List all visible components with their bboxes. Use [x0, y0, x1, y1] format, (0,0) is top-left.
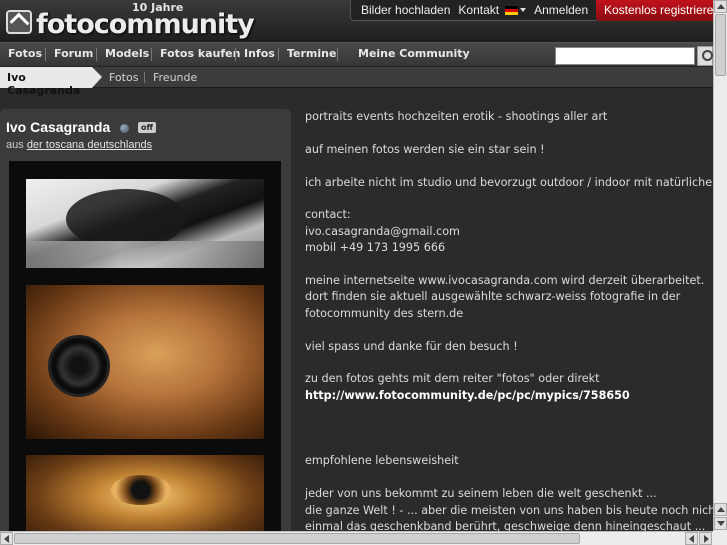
scroll-left-button[interactable]: [0, 532, 13, 545]
profile-description: portraits events hochzeiten erotik - sho…: [305, 109, 727, 535]
online-status-icon: [120, 124, 129, 133]
camera-lens-image: [48, 335, 110, 397]
text-line: portraits events hochzeiten erotik - sho…: [305, 110, 608, 123]
scroll-right-button[interactable]: [699, 532, 712, 545]
horizontal-scroll-thumb[interactable]: [14, 533, 580, 544]
text-line: empfohlene lebensweisheit: [305, 454, 459, 468]
nav-separator: [337, 48, 338, 61]
text-line: meine internetseite www.ivocasagranda.co…: [305, 274, 705, 287]
arrow-right-icon: [704, 535, 709, 543]
text-line: fotocommunity des stern.de: [305, 306, 464, 320]
nav-termine[interactable]: Termine: [287, 47, 336, 60]
nav-models[interactable]: Models: [105, 47, 149, 60]
tab-separator: [144, 72, 145, 83]
arrow-left-icon: [689, 535, 694, 543]
text-line: auf meinen fotos werden sie ein star sei…: [305, 142, 545, 156]
logo-anniversary-text: 10 Jahre: [132, 1, 184, 14]
sub-nav: Ivo Casagranda Fotos Freunde: [0, 67, 713, 97]
fotocommunity-logo[interactable]: fotocommunity 10 Jahre: [4, 1, 255, 40]
vertical-scroll-thumb[interactable]: [715, 14, 726, 76]
tab-fotos[interactable]: Fotos: [109, 71, 138, 84]
scroll-up-button[interactable]: [714, 503, 727, 516]
upload-images-link[interactable]: Bilder hochladen: [361, 3, 450, 17]
german-flag-icon[interactable]: [505, 5, 519, 15]
tab-freunde[interactable]: Freunde: [153, 71, 197, 84]
location-link[interactable]: der toscana deutschlands: [27, 139, 152, 151]
profile-card: Ivo Casagranda off aus der toscana deuts…: [0, 109, 291, 545]
scrollbar-corner: [713, 531, 727, 545]
text-line: zu den fotos gehts mit dem reiter "fotos…: [305, 372, 600, 386]
login-link[interactable]: Anmelden: [534, 3, 588, 17]
profile-name[interactable]: Ivo Casagranda: [6, 119, 110, 135]
vertical-scrollbar[interactable]: [713, 0, 727, 531]
arrow-down-icon: [717, 521, 725, 526]
text-line: die ganze Welt ! - ... aber die meisten …: [305, 503, 720, 517]
top-links: Bilder hochladen Kontakt Anmelden: [350, 0, 600, 21]
nav-separator: [96, 48, 97, 61]
search-input[interactable]: [555, 47, 695, 65]
profile-location: aus der toscana deutschlands: [6, 139, 152, 151]
text-line: ivo.casagranda@gmail.com: [305, 224, 460, 238]
chevron-down-icon[interactable]: [520, 8, 527, 12]
main-nav: Fotos Forum Models Fotos kaufen Infos Te…: [0, 42, 713, 67]
arrow-left-icon: [4, 535, 9, 543]
arrow-up-icon: [717, 507, 725, 512]
profile-photo[interactable]: [26, 179, 264, 268]
text-line: ich arbeite nicht im studio und bevorzug…: [305, 175, 727, 189]
nav-fotos-kaufen[interactable]: Fotos kaufen: [160, 47, 240, 60]
scroll-down-button[interactable]: [714, 517, 727, 530]
nav-separator: [278, 48, 279, 61]
breadcrumb-current[interactable]: Ivo Casagranda: [0, 67, 102, 97]
nav-separator: [45, 48, 46, 61]
scroll-up-button[interactable]: [714, 0, 727, 13]
profile-photo[interactable]: [26, 285, 264, 439]
text-line: mobil +49 173 1995 666: [305, 241, 446, 255]
scroll-left-button[interactable]: [685, 532, 698, 545]
register-button[interactable]: Kostenlos registrieren: [596, 0, 721, 21]
text-line: viel spass und danke für den besuch !: [305, 339, 518, 353]
nav-meine-community[interactable]: Meine Community: [358, 47, 470, 60]
nav-infos[interactable]: Infos: [244, 47, 275, 60]
contact-link[interactable]: Kontakt: [458, 3, 499, 17]
nav-separator: [235, 48, 236, 61]
location-prefix: aus: [6, 139, 24, 151]
profile-photo-strip[interactable]: [9, 161, 281, 545]
nav-forum[interactable]: Forum: [54, 47, 93, 60]
search-icon[interactable]: [697, 46, 713, 66]
nav-separator: [151, 48, 152, 61]
nav-fotos[interactable]: Fotos: [8, 47, 42, 60]
horizontal-scrollbar[interactable]: [0, 531, 713, 545]
status-badge: off: [138, 122, 156, 133]
text-line: jeder von uns bekommt zu seinem leben di…: [305, 487, 657, 501]
text-line: contact:: [305, 208, 351, 222]
page: fotocommunity 10 Jahre Bilder hochladen …: [0, 0, 727, 545]
arrow-up-icon: [717, 4, 725, 9]
mypics-link[interactable]: http://www.fotocommunity.de/pc/pc/mypics…: [305, 388, 713, 404]
text-line: dort finden sie aktuell ausgewählte schw…: [305, 290, 681, 304]
logo-badge-icon: [6, 10, 32, 34]
top-bar: fotocommunity 10 Jahre Bilder hochladen …: [0, 0, 721, 42]
